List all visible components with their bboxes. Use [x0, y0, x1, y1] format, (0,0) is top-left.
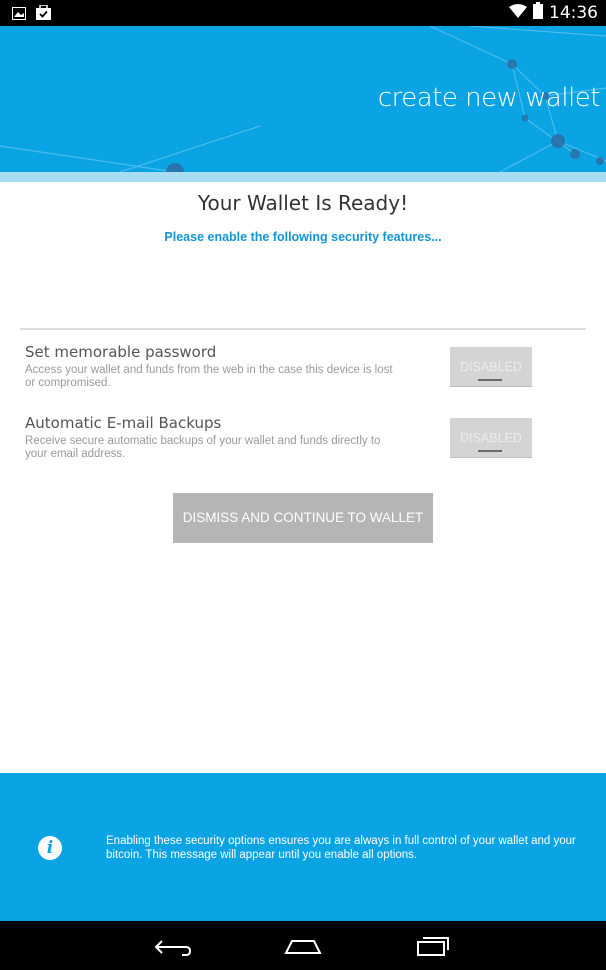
- clock: 14:36: [549, 2, 598, 23]
- header-title: create new wallet: [377, 83, 601, 113]
- home-icon[interactable]: [278, 931, 328, 961]
- back-icon[interactable]: [148, 931, 198, 961]
- navigation-bar: [0, 921, 606, 970]
- info-icon: i: [38, 836, 62, 860]
- image-icon: [12, 5, 26, 24]
- header-banner: create new wallet: [0, 26, 606, 172]
- email-backup-toggle-button[interactable]: DISABLED: [450, 418, 532, 458]
- option-description: Receive secure automatic backups of your…: [25, 435, 381, 460]
- page-subtitle: Please enable the following security fea…: [164, 230, 442, 244]
- option-description: Access your wallet and funds from the we…: [25, 364, 393, 389]
- password-toggle-button[interactable]: DISABLED: [450, 347, 532, 387]
- toggle-label: DISABLED: [460, 360, 522, 374]
- recents-icon[interactable]: [408, 931, 458, 961]
- battery-icon: [533, 2, 543, 23]
- toggle-indicator: [478, 450, 502, 452]
- section-divider: [20, 328, 586, 330]
- toggle-indicator: [478, 379, 502, 381]
- shopping-bag-check-icon: [36, 4, 51, 24]
- dismiss-continue-button[interactable]: DISMISS AND CONTINUE TO WALLET: [173, 493, 433, 543]
- toggle-label: DISABLED: [460, 431, 522, 445]
- status-bar: 14:36: [0, 0, 606, 26]
- header-divider: [0, 172, 606, 182]
- page-title: Your Wallet Is Ready!: [197, 191, 409, 215]
- info-text: Enabling these security options ensures …: [106, 835, 576, 861]
- wifi-icon: [509, 3, 527, 22]
